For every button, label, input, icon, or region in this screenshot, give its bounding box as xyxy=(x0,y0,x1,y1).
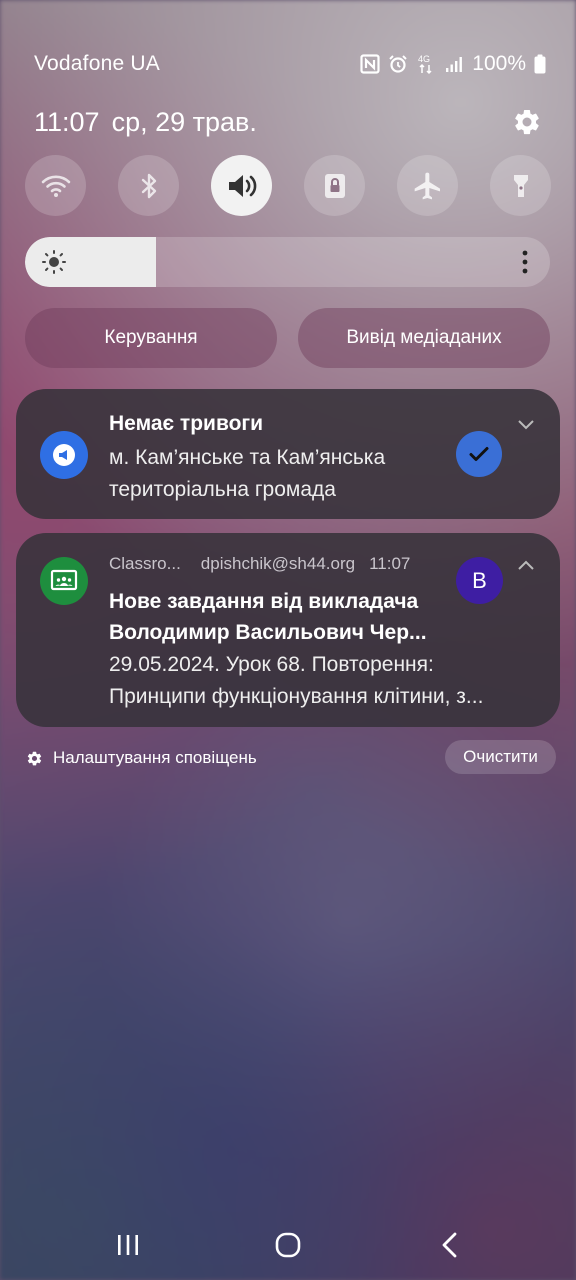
rotation-lock-toggle[interactable] xyxy=(304,155,365,216)
notification-settings-link[interactable]: Налаштування сповіщень xyxy=(26,745,257,771)
notification-card-alert[interactable]: Немає тривоги м. Кам’янське та Кам’янськ… xyxy=(16,389,560,519)
chevron-up-icon[interactable] xyxy=(515,555,537,577)
more-options-icon[interactable] xyxy=(520,249,530,275)
navigation-bar xyxy=(0,1215,576,1275)
datetime: 11:07 ср, 29 трав. xyxy=(34,107,257,138)
gear-icon xyxy=(515,109,539,135)
account-email: dpishchik@sh44.org xyxy=(200,554,356,573)
checkmark-icon xyxy=(469,447,489,461)
notification-title: Немає тривоги xyxy=(109,412,264,435)
home-button[interactable] xyxy=(268,1230,308,1260)
data-4g-icon: 4G xyxy=(416,54,436,75)
app-name: Classro... xyxy=(109,554,181,573)
notification-title: Володимир Васильович Чер... xyxy=(109,621,427,644)
notification-body: Принципи функціонування клітини, з... xyxy=(109,685,484,708)
device-control-button[interactable]: Керування xyxy=(25,308,277,368)
avatar: B xyxy=(456,557,503,604)
airplane-icon xyxy=(414,172,440,199)
clear-all-button[interactable]: Очистити xyxy=(445,740,556,774)
notification-text: територіальна громада xyxy=(109,478,336,501)
chevron-down-icon[interactable] xyxy=(515,413,537,435)
notification-text: м. Кам’янське та Кам’янська xyxy=(109,446,386,469)
notification-title: Нове завдання від викладача xyxy=(109,590,419,613)
network-type-label: 4G xyxy=(418,54,430,64)
media-output-button[interactable]: Вивід медіаданих xyxy=(298,308,550,368)
lock-rotation-icon xyxy=(324,173,345,198)
notification-time: 11:07 xyxy=(369,554,411,573)
signal-icon xyxy=(444,54,464,74)
classroom-app-icon xyxy=(40,557,88,605)
clock-time[interactable]: 11:07 xyxy=(34,107,100,138)
sound-toggle[interactable] xyxy=(211,155,272,216)
alert-app-icon xyxy=(40,431,88,479)
recent-apps-icon xyxy=(118,1235,138,1255)
flashlight-toggle[interactable] xyxy=(490,155,551,216)
quick-toggles xyxy=(25,155,551,217)
datetime-row: 11:07 ср, 29 трав. xyxy=(34,102,544,142)
sun-icon xyxy=(42,250,66,274)
nfc-icon xyxy=(360,54,380,74)
home-icon xyxy=(275,1232,301,1258)
airplane-toggle[interactable] xyxy=(397,155,458,216)
settings-button[interactable] xyxy=(510,105,544,139)
battery-percent: 100% xyxy=(472,52,526,75)
gear-icon xyxy=(27,751,42,765)
brightness-slider[interactable] xyxy=(25,237,550,287)
recent-apps-button[interactable] xyxy=(108,1230,148,1260)
battery-icon xyxy=(534,54,546,74)
check-badge xyxy=(456,431,502,477)
back-icon xyxy=(442,1232,457,1258)
status-icons: 4G 100% xyxy=(360,52,546,76)
notification-meta: Classro... dpishchik@sh44.org 11:07 xyxy=(109,554,410,574)
back-button[interactable] xyxy=(430,1230,470,1260)
notification-card-classroom[interactable]: Classro... dpishchik@sh44.org 11:07 B Но… xyxy=(16,533,560,727)
wifi-toggle[interactable] xyxy=(25,155,86,216)
megaphone-icon xyxy=(53,444,75,466)
notification-body: 29.05.2024. Урок 68. Повторення: xyxy=(109,653,434,676)
alarm-icon xyxy=(388,54,408,74)
sound-icon xyxy=(228,174,256,197)
bluetooth-icon xyxy=(141,173,156,198)
notification-settings-label: Налаштування сповіщень xyxy=(53,748,257,767)
classroom-icon xyxy=(50,569,78,591)
carrier-name: Vodafone UA xyxy=(34,52,160,75)
clock-date[interactable]: ср, 29 трав. xyxy=(112,107,257,138)
wifi-icon xyxy=(41,175,70,197)
flashlight-icon xyxy=(513,174,528,197)
notification-panel: Vodafone UA 4G 100% 11:07 ср, 29 трав. К… xyxy=(0,0,576,1280)
status-bar: Vodafone UA 4G 100% xyxy=(34,48,546,80)
bluetooth-toggle[interactable] xyxy=(118,155,179,216)
